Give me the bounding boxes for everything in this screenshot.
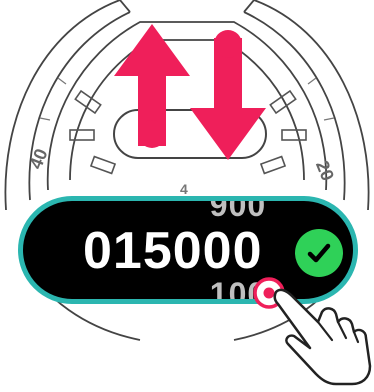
confirm-button[interactable]: [295, 229, 343, 277]
checkmark-icon: [307, 243, 331, 263]
instruction-screen: 40 20 4 900 015000 100: [0, 0, 374, 392]
pointing-hand-icon: [273, 288, 372, 386]
svg-text:20: 20: [312, 158, 338, 184]
current-value: 015000: [83, 222, 263, 280]
svg-text:4: 4: [180, 181, 188, 197]
sync-arrows-icon: [113, 24, 267, 160]
previous-value: 900: [209, 196, 267, 223]
